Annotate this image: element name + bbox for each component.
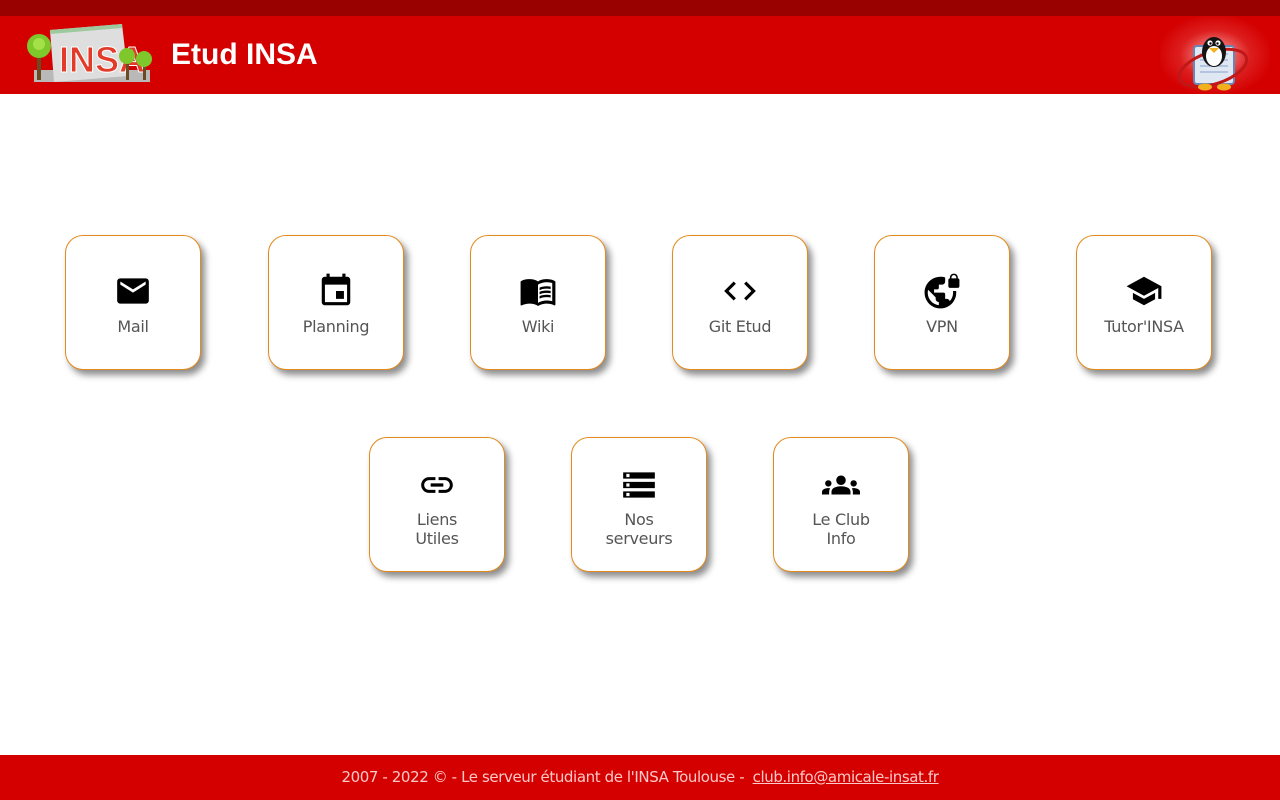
- servers-icon: [623, 472, 655, 498]
- group-icon: [822, 475, 860, 495]
- tile-label: Nos serveurs: [572, 510, 706, 548]
- tile-label-line2: Info: [826, 529, 856, 548]
- tile-label-line1: Nos: [624, 510, 654, 529]
- insa-logo[interactable]: INSA: [24, 22, 156, 86]
- tile-nos-serveurs[interactable]: Nos serveurs: [571, 437, 707, 572]
- site-header: INSA Etud INSA: [0, 16, 1280, 94]
- tile-label: Le Club Info: [774, 510, 908, 548]
- tile-liens-utiles[interactable]: Liens Utiles: [369, 437, 505, 572]
- book-icon: [520, 279, 556, 307]
- tile-vpn[interactable]: VPN: [874, 235, 1010, 370]
- tile-label-line1: Le Club: [812, 510, 870, 529]
- tile-label: VPN: [926, 317, 958, 336]
- tile-mail[interactable]: Mail: [65, 235, 201, 370]
- site-footer: 2007 - 2022 © - Le serveur étudiant de l…: [0, 755, 1280, 800]
- tile-tutorinsa[interactable]: Tutor'INSA: [1076, 235, 1212, 370]
- vpn-globe-lock-icon: [924, 273, 960, 309]
- tile-label: Liens Utiles: [370, 510, 504, 548]
- link-icon: [421, 477, 453, 493]
- copyright-text: 2007 - 2022 © - Le serveur étudiant de l…: [341, 768, 749, 786]
- tile-label-line2: Utiles: [415, 529, 459, 548]
- graduation-cap-icon: [1126, 276, 1162, 306]
- calendar-icon: [321, 273, 351, 306]
- tux-club-logo[interactable]: [1174, 20, 1252, 94]
- footer-text: 2007 - 2022 © - Le serveur étudiant de l…: [0, 768, 1280, 786]
- code-icon: [724, 281, 756, 301]
- tile-label: Tutor'INSA: [1104, 317, 1184, 336]
- tile-label: Mail: [117, 317, 149, 336]
- tile-planning[interactable]: Planning: [268, 235, 404, 370]
- mail-icon: [117, 278, 149, 304]
- site-title[interactable]: Etud INSA: [171, 36, 318, 74]
- tile-label: Planning: [302, 317, 370, 336]
- tile-label: Git Etud: [708, 317, 772, 336]
- tile-label-line2: serveurs: [605, 529, 673, 548]
- tile-label-line1: Liens: [416, 510, 458, 529]
- tile-club-info[interactable]: Le Club Info: [773, 437, 909, 572]
- tile-git-etud[interactable]: Git Etud: [672, 235, 808, 370]
- contact-email-link[interactable]: club.info@amicale-insat.fr: [753, 768, 939, 786]
- tile-label: Wiki: [521, 317, 555, 336]
- tile-wiki[interactable]: Wiki: [470, 235, 606, 370]
- top-strip: [0, 0, 1280, 16]
